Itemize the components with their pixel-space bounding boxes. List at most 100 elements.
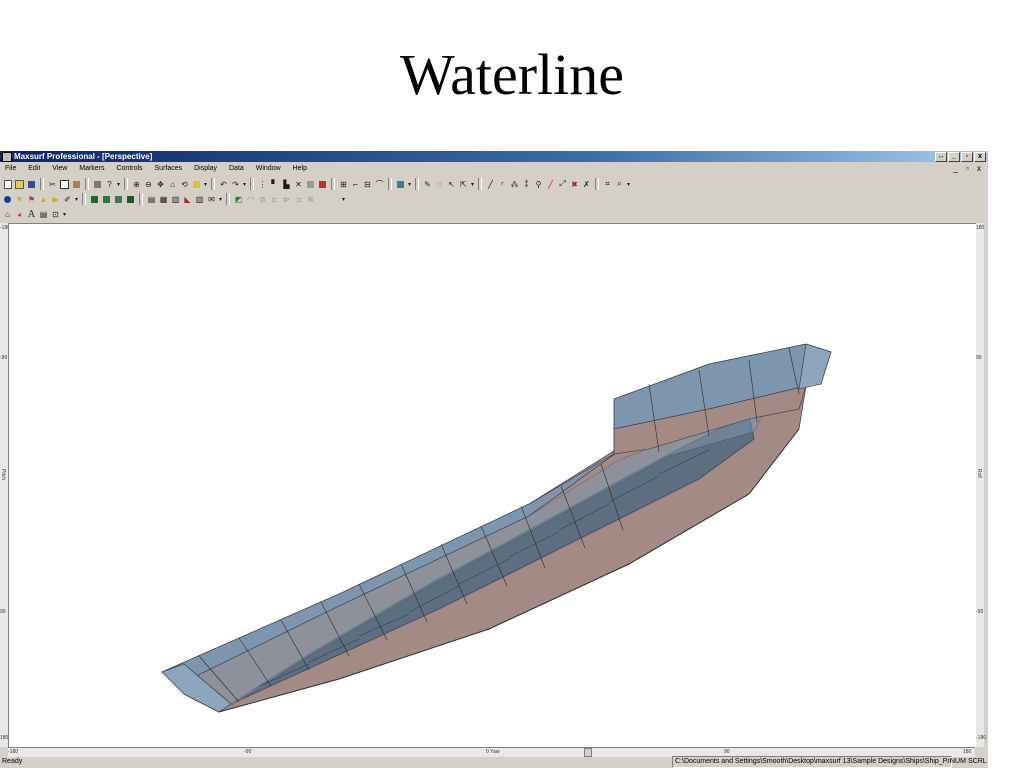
flag-icon[interactable]: ⚑ [26,194,37,205]
print-icon[interactable] [92,179,103,190]
trim-icon[interactable]: ✕ [293,179,304,190]
pencil-icon[interactable]: ✎ [422,179,433,190]
zoom-out-icon[interactable]: ⊖ [143,179,154,190]
circle-tool-icon[interactable]: ◌ [434,179,445,190]
graph-icon[interactable] [125,194,136,205]
menu-view[interactable]: View [47,163,72,175]
pan-icon[interactable]: ✥ [155,179,166,190]
hydro-icon[interactable] [101,194,112,205]
menu-surfaces[interactable]: Surfaces [150,163,188,175]
roll-ruler[interactable]: 180 90 Roll -90 -180 [976,223,986,747]
yellow-marker-icon[interactable]: ▲ [38,194,49,205]
mdi-controls[interactable]: _ ▫ x [953,163,984,175]
marker-icon[interactable]: ▘ [269,179,280,190]
chevron-down-icon[interactable]: ▾ [242,179,247,190]
menu-edit[interactable]: Edit [23,163,45,175]
menu-display[interactable]: Display [189,163,222,175]
note-icon[interactable]: ✉ [206,194,217,205]
menu-help[interactable]: Help [288,163,312,175]
save-icon[interactable] [26,179,37,190]
unlink-icon[interactable]: ✖ [569,179,580,190]
menu-data[interactable]: Data [224,163,249,175]
section-icon[interactable]: ⊘ [257,194,268,205]
bond-icon[interactable]: ⚲ [533,179,544,190]
pitch-ruler[interactable]: -180 -90 Pitch 90 180 [0,223,10,747]
arc-tool-icon[interactable]: ◜ [497,179,508,190]
redo-icon[interactable]: ↷ [230,179,241,190]
chevron-down-icon[interactable]: ▾ [341,194,346,205]
profile-icon[interactable]: ⌐ [350,179,361,190]
ruler-icon[interactable]: ▙ [281,179,292,190]
cross-icon[interactable]: ✗ [581,179,592,190]
curve-icon[interactable]: ⌒ [374,179,385,190]
columns-icon[interactable]: ▥ [194,194,205,205]
color-picker-icon[interactable]: ◕ [14,209,25,220]
node-delete-icon[interactable]: ⁑ [521,179,532,190]
render-sphere-icon[interactable] [2,194,13,205]
hull-icon[interactable]: ◠ [245,194,256,205]
chevron-down-icon[interactable]: ▾ [470,179,475,190]
node-add-icon[interactable]: ⁂ [509,179,520,190]
home-view-icon[interactable]: ⌂ [167,179,178,190]
shrink-icon[interactable] [191,179,202,190]
copy-icon[interactable] [59,179,70,190]
fit-icon[interactable]: ⌗ [602,179,613,190]
curvature-icon[interactable] [89,194,100,205]
chevron-down-icon[interactable]: ▾ [407,179,412,190]
sparkle-icon[interactable]: ✲ [305,194,316,205]
arrow-right-icon[interactable]: ▶ [50,194,61,205]
line-tool-icon[interactable]: ╱ [485,179,496,190]
chevron-down-icon[interactable]: ▾ [218,194,223,205]
cursor-icon[interactable]: ↖ [446,179,457,190]
menu-file[interactable]: File [0,163,21,175]
menu-markers[interactable]: Markers [74,163,109,175]
chevron-down-icon[interactable]: ▾ [203,179,208,190]
grid-icon[interactable]: ⋮ [257,179,268,190]
help-icon[interactable]: ? [104,179,115,190]
undo-icon[interactable]: ↶ [218,179,229,190]
chart-view-icon[interactable]: ▥ [170,194,181,205]
table-icon[interactable] [395,179,406,190]
surface-icon[interactable] [305,179,316,190]
table-view-icon[interactable]: ▤ [146,194,157,205]
layer-icon[interactable]: ◩ [233,194,244,205]
body-plan-icon[interactable]: ⊞ [338,179,349,190]
perspective-viewport[interactable] [8,223,976,748]
red-line-icon[interactable]: ╱ [545,179,556,190]
search-icon[interactable]: ⌕ [614,179,625,190]
chevron-down-icon[interactable]: ▾ [62,209,67,220]
restore-size-button[interactable]: ↔ [935,152,947,162]
paste-icon[interactable] [71,179,82,190]
skew-icon[interactable]: ⊳ [281,194,292,205]
link-icon[interactable]: ⤢ [557,179,568,190]
zoom-in-icon[interactable]: ⊕ [131,179,142,190]
open-icon[interactable] [14,179,25,190]
new-icon[interactable] [2,179,13,190]
menu-window[interactable]: Window [251,163,286,175]
home-icon[interactable]: ⌂ [2,209,13,220]
document-icon[interactable]: ▤ [38,209,49,220]
properties-icon[interactable]: ⊡ [50,209,61,220]
plan-icon[interactable]: ⊟ [362,179,373,190]
red-chart-icon[interactable]: ◣ [182,194,193,205]
chevron-down-icon[interactable]: ▾ [116,179,121,190]
cut-icon[interactable]: ✂ [47,179,58,190]
frame-icon[interactable]: ⊏ [269,194,280,205]
color-surface-icon[interactable] [317,179,328,190]
close-button[interactable]: x [974,152,986,162]
maximize-button[interactable]: ▫ [961,152,973,162]
minimize-button[interactable]: _ [948,152,960,162]
chevron-down-icon[interactable]: ▾ [626,179,631,190]
move-icon[interactable]: ⇱ [458,179,469,190]
rotate-icon[interactable]: ⟲ [179,179,190,190]
chevron-down-icon[interactable]: ▾ [74,194,79,205]
menu-controls[interactable]: Controls [111,163,147,175]
stability-icon[interactable] [113,194,124,205]
light-icon[interactable]: ☀ [317,194,328,205]
yellow-triangle-icon[interactable]: ▼ [14,194,25,205]
hull-rendering[interactable] [9,224,976,748]
sheer-icon[interactable]: ⊐ [293,194,304,205]
text-icon[interactable]: A [26,209,37,220]
bulb-icon[interactable]: ◯ [329,194,340,205]
brush-icon[interactable]: ✐ [62,194,73,205]
